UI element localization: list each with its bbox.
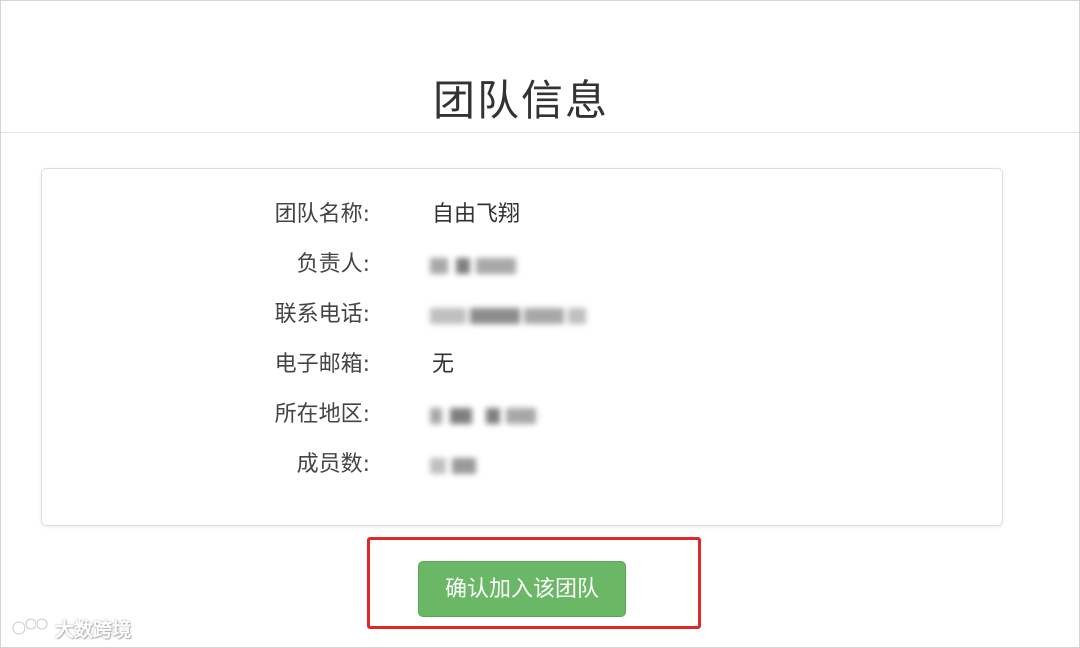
page-title: 团队信息: [432, 76, 609, 125]
info-row-team-name: 团队名称: 自由飞翔: [42, 198, 1002, 232]
region-label: 所在地区:: [274, 402, 370, 427]
team-name-value: 自由飞翔: [432, 202, 521, 227]
page-frame: 团队信息 团队名称: 自由飞翔 负责人: 联系电话: 电子邮箱: 无 所在地区:…: [0, 0, 1080, 648]
brand-logo-icon: [11, 617, 49, 636]
info-row-member-count: 成员数:: [42, 448, 1002, 482]
owner-label: 负责人:: [296, 252, 370, 277]
info-row-phone: 联系电话:: [42, 298, 1002, 332]
team-info-card: 团队名称: 自由飞翔 负责人: 联系电话: 电子邮箱: 无 所在地区: 成员数:: [41, 168, 1003, 526]
info-row-email: 电子邮箱: 无: [42, 348, 1002, 382]
confirm-join-team-button[interactable]: 确认加入该团队: [418, 561, 626, 617]
phone-label: 联系电话:: [274, 302, 370, 327]
title-divider: [1, 132, 1079, 133]
info-row-owner: 负责人:: [42, 248, 1002, 282]
team-name-label: 团队名称:: [274, 202, 370, 227]
watermark-text: 大数跨境: [55, 618, 132, 641]
email-label: 电子邮箱:: [274, 352, 370, 377]
watermark: 大数跨境: [11, 613, 131, 643]
region-value-redacted: [430, 404, 540, 428]
email-value: 无: [432, 352, 455, 377]
owner-value-redacted: [430, 254, 520, 278]
phone-value-redacted: [430, 304, 590, 328]
info-row-region: 所在地区:: [42, 398, 1002, 432]
member-count-value-redacted: [430, 454, 482, 478]
member-count-label: 成员数:: [296, 452, 370, 477]
